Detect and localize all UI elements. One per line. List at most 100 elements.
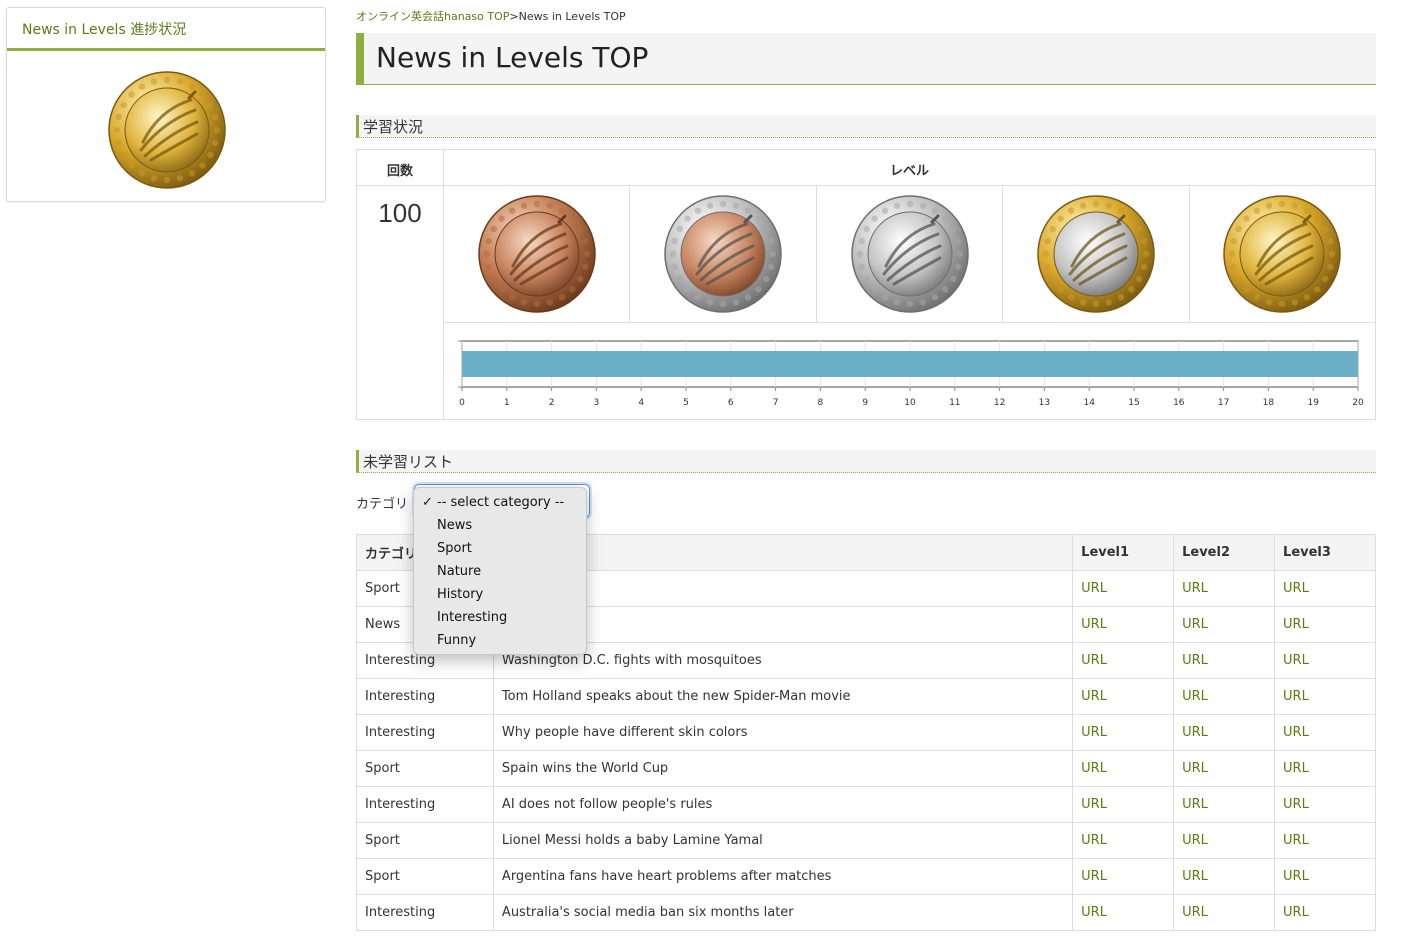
level3-url-link[interactable]: URL bbox=[1283, 869, 1309, 884]
tick-label: 9 bbox=[862, 398, 868, 408]
tick-label: 2 bbox=[549, 398, 555, 408]
level3-cell: URL bbox=[1274, 714, 1376, 751]
row-category: Interesting bbox=[356, 786, 494, 823]
level3-url-link[interactable]: URL bbox=[1283, 617, 1309, 632]
row-title: Lionel Messi holds a baby Lamine Yamal bbox=[492, 822, 1074, 859]
level3-url-link[interactable]: URL bbox=[1283, 689, 1309, 704]
level1-cell: URL bbox=[1072, 894, 1175, 931]
progress-bar-svg: 0 1 2 3 4 5 6 7 8 9 10 11 12 13 14 15 16 17 18 19 20 bbox=[458, 340, 1364, 408]
learning-status-table: 回数 100 レベル 0 1 2 3 4 5 6 7 8 9 10 11 12 13 14 15 16 17 18 1… bbox=[356, 149, 1376, 420]
tick-label: 14 bbox=[1083, 398, 1095, 408]
tick-label: 8 bbox=[818, 398, 824, 408]
row-category: Sport bbox=[356, 822, 494, 859]
breadcrumb-separator: > bbox=[509, 10, 519, 23]
row-title: AI does not follow people's rules bbox=[492, 786, 1074, 823]
medal-cell bbox=[444, 186, 631, 322]
progress-bar-fill bbox=[462, 351, 1358, 377]
column-header-level3: Level3 bbox=[1274, 534, 1376, 571]
level1-url-link[interactable]: URL bbox=[1081, 725, 1107, 740]
level1-cell: URL bbox=[1072, 606, 1175, 643]
medal-cell bbox=[1190, 186, 1375, 322]
row-category: Sport bbox=[356, 750, 494, 787]
level3-url-link[interactable]: URL bbox=[1283, 725, 1309, 740]
level1-cell: URL bbox=[1072, 714, 1175, 751]
level3-url-link[interactable]: URL bbox=[1283, 797, 1309, 812]
category-option[interactable]: Funny bbox=[414, 629, 586, 652]
level3-url-link[interactable]: URL bbox=[1283, 905, 1309, 920]
tick-label: 0 bbox=[459, 398, 465, 408]
level2-url-link[interactable]: URL bbox=[1182, 869, 1208, 884]
breadcrumb: オンライン英会話hanaso TOP>News in Levels TOP bbox=[356, 8, 626, 24]
level2-url-link[interactable]: URL bbox=[1182, 689, 1208, 704]
row-title: Australia's social media ban six months … bbox=[492, 894, 1074, 931]
level3-cell: URL bbox=[1274, 606, 1376, 643]
level2-cell: URL bbox=[1173, 714, 1276, 751]
learning-status-heading: 学習状況 bbox=[356, 115, 1376, 138]
unlearned-list-heading: 未学習リスト bbox=[356, 450, 1376, 473]
level2-url-link[interactable]: URL bbox=[1182, 797, 1208, 812]
level3-cell: URL bbox=[1274, 894, 1376, 931]
table-row: Interesting AI does not follow people's r… bbox=[356, 786, 1376, 823]
level1-url-link[interactable]: URL bbox=[1081, 617, 1107, 632]
level2-url-link[interactable]: URL bbox=[1182, 617, 1208, 632]
table-row: Interesting Australia's social media ban … bbox=[356, 894, 1376, 931]
row-category: Interesting bbox=[356, 678, 494, 715]
sidebar-title: News in Levels 進捗状況 bbox=[7, 8, 325, 51]
level3-cell: URL bbox=[1274, 750, 1376, 787]
row-category: Interesting bbox=[356, 894, 494, 931]
level1-url-link[interactable]: URL bbox=[1081, 581, 1107, 596]
category-option-label: -- select category -- bbox=[437, 495, 565, 510]
level2-cell: URL bbox=[1173, 606, 1276, 643]
tick-label: 19 bbox=[1307, 398, 1319, 408]
tick-label: 5 bbox=[683, 398, 689, 408]
breadcrumb-home-link[interactable]: オンライン英会話hanaso TOP bbox=[356, 10, 509, 23]
progress-sidebar-card: News in Levels 進捗状況 bbox=[6, 7, 326, 202]
level2-cell: URL bbox=[1173, 750, 1276, 787]
category-option[interactable]: Nature bbox=[414, 560, 586, 583]
gold-silver-banana-coin-icon bbox=[1037, 195, 1155, 313]
level1-url-link[interactable]: URL bbox=[1081, 761, 1107, 776]
category-dropdown-menu: ✓ -- select category -- News Sport Nature His… bbox=[413, 487, 587, 655]
level1-url-link[interactable]: URL bbox=[1081, 833, 1107, 848]
level1-url-link[interactable]: URL bbox=[1081, 869, 1107, 884]
level-progress-bar-chart: 0 1 2 3 4 5 6 7 8 9 10 11 12 13 14 15 16 17 18 19 20 bbox=[444, 323, 1375, 419]
level1-cell: URL bbox=[1072, 786, 1175, 823]
tick-label: 18 bbox=[1263, 398, 1275, 408]
level3-url-link[interactable]: URL bbox=[1283, 833, 1309, 848]
level2-url-link[interactable]: URL bbox=[1182, 833, 1208, 848]
category-option[interactable]: ✓ -- select category -- bbox=[414, 491, 586, 514]
category-option-label: News bbox=[437, 518, 473, 533]
tick-label: 1 bbox=[504, 398, 510, 408]
tick-label: 15 bbox=[1128, 398, 1139, 408]
level1-url-link[interactable]: URL bbox=[1081, 689, 1107, 704]
level1-url-link[interactable]: URL bbox=[1081, 905, 1107, 920]
table-row: Sport Argentina fans have heart problems … bbox=[356, 858, 1376, 895]
category-option[interactable]: News bbox=[414, 514, 586, 537]
level1-url-link[interactable]: URL bbox=[1081, 797, 1107, 812]
checkmark-icon: ✓ bbox=[422, 495, 433, 510]
level2-cell: URL bbox=[1173, 858, 1276, 895]
level3-url-link[interactable]: URL bbox=[1283, 761, 1309, 776]
category-option[interactable]: History bbox=[414, 583, 586, 606]
level1-cell: URL bbox=[1072, 822, 1175, 859]
category-option[interactable]: Interesting bbox=[414, 606, 586, 629]
level1-cell: URL bbox=[1072, 678, 1175, 715]
level3-url-link[interactable]: URL bbox=[1283, 581, 1309, 596]
level2-url-link[interactable]: URL bbox=[1182, 653, 1208, 668]
tick-label: 20 bbox=[1352, 398, 1364, 408]
category-option[interactable]: Sport bbox=[414, 537, 586, 560]
level1-url-link[interactable]: URL bbox=[1081, 653, 1107, 668]
level2-url-link[interactable]: URL bbox=[1182, 761, 1208, 776]
category-label: カテゴリ bbox=[356, 497, 409, 512]
level2-url-link[interactable]: URL bbox=[1182, 725, 1208, 740]
tick-label: 7 bbox=[773, 398, 779, 408]
level2-url-link[interactable]: URL bbox=[1182, 581, 1208, 596]
level3-url-link[interactable]: URL bbox=[1283, 653, 1309, 668]
level2-url-link[interactable]: URL bbox=[1182, 905, 1208, 920]
level3-cell: URL bbox=[1274, 570, 1376, 607]
level3-cell: URL bbox=[1274, 642, 1376, 679]
medal-cell bbox=[817, 186, 1004, 322]
tick-label: 3 bbox=[594, 398, 600, 408]
level3-cell: URL bbox=[1274, 786, 1376, 823]
level2-cell: URL bbox=[1173, 894, 1276, 931]
